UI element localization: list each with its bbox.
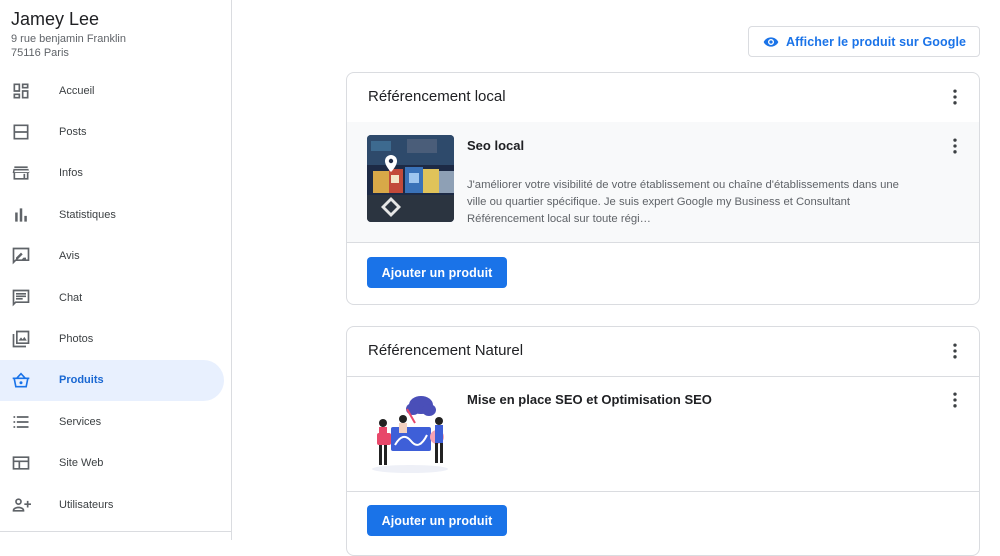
sidebar-item-infos[interactable]: Infos xyxy=(0,153,224,194)
sidebar-item-chat[interactable]: Chat xyxy=(0,277,224,318)
list-icon xyxy=(11,412,31,432)
sidebar-item-label: Accueil xyxy=(59,84,95,97)
business-name: Jamey Lee xyxy=(11,9,100,29)
sidebar-item-utilisateurs[interactable]: Utilisateurs xyxy=(0,484,224,525)
product-description: J'améliorer votre visibilité de votre ét… xyxy=(467,179,899,225)
product-item[interactable]: Seo local J'améliorer votre visibilité d… xyxy=(347,122,979,243)
eye-icon xyxy=(763,34,779,50)
sidebar-item-avis[interactable]: Avis xyxy=(0,236,224,277)
photo-icon xyxy=(11,329,31,349)
sidebar-item-accueil[interactable]: Accueil xyxy=(0,70,224,111)
sidebar-item-label: Avis xyxy=(59,250,80,263)
sidebar-item-photos[interactable]: Photos xyxy=(0,318,224,359)
product-image xyxy=(367,135,454,222)
posts-icon xyxy=(11,122,31,142)
sidebar-item-site-web[interactable]: Site Web xyxy=(0,443,224,484)
sidebar-item-posts[interactable]: Posts xyxy=(0,111,224,152)
bar-chart-icon xyxy=(11,205,31,225)
section-more-icon[interactable] xyxy=(945,341,965,361)
sidebar-item-label: Utilisateurs xyxy=(59,498,114,511)
product-name: Seo local xyxy=(467,138,525,153)
add-product-button[interactable]: Ajouter un produit xyxy=(367,505,507,536)
shopping-basket-icon xyxy=(11,370,31,390)
sidebar-item-label: Produits xyxy=(59,374,104,387)
sidebar-item-label: Chat xyxy=(59,291,83,304)
view-product-label: Afficher le produit sur Google xyxy=(786,34,967,49)
product-more-icon[interactable] xyxy=(945,136,965,156)
address-line-1: 9 rue benjamin Franklin xyxy=(11,33,126,45)
section-header: Référencement local xyxy=(347,73,979,123)
sidebar-item-label: Services xyxy=(59,415,102,428)
product-section-local: Référencement local Seo local J'améliore… xyxy=(346,72,980,305)
storefront-icon xyxy=(11,163,31,183)
add-product-button[interactable]: Ajouter un produit xyxy=(367,257,507,288)
section-title: Référencement Naturel xyxy=(368,342,524,359)
sidebar-nav: Accueil Posts Infos Statistiques Avis Ch… xyxy=(0,70,231,525)
sidebar-item-label: Infos xyxy=(59,167,83,180)
product-section-naturel: Référencement Naturel Mise en place SEO … xyxy=(346,326,980,556)
web-icon xyxy=(11,453,31,473)
sidebar-divider xyxy=(0,531,231,532)
sidebar-item-statistiques[interactable]: Statistiques xyxy=(0,194,224,235)
dashboard-icon xyxy=(11,81,31,101)
person-add-icon xyxy=(11,495,31,515)
view-product-on-google-button[interactable]: Afficher le produit sur Google xyxy=(748,26,980,57)
sidebar-item-services[interactable]: Services xyxy=(0,401,224,442)
section-title: Référencement local xyxy=(368,88,506,105)
address-line-2: 75116 Paris xyxy=(11,46,69,59)
product-image xyxy=(367,389,454,476)
sidebar-item-produits[interactable]: Produits xyxy=(0,359,224,402)
sidebar-item-label: Photos xyxy=(59,333,94,346)
business-address: 9 rue benjamin Franklin 75116 Paris xyxy=(11,33,126,60)
sidebar-item-label: Site Web xyxy=(59,457,104,470)
product-name: Mise en place SEO et Optimisation SEO xyxy=(467,392,712,407)
product-item[interactable]: Mise en place SEO et Optimisation SEO xyxy=(347,376,979,492)
section-header: Référencement Naturel xyxy=(347,327,979,377)
chat-icon xyxy=(11,288,31,308)
sidebar-item-label: Statistiques xyxy=(59,208,116,221)
section-more-icon[interactable] xyxy=(945,87,965,107)
rate-review-icon xyxy=(11,246,31,266)
sidebar: Jamey Lee 9 rue benjamin Franklin 75116 … xyxy=(0,0,232,540)
product-more-icon[interactable] xyxy=(945,390,965,410)
sidebar-item-label: Posts xyxy=(59,126,87,139)
